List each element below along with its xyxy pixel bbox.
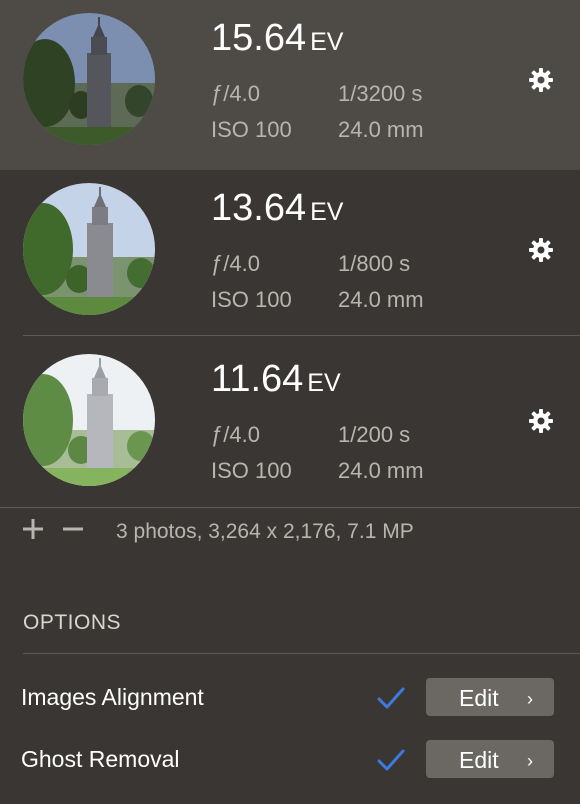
focal-length: 24.0 mm xyxy=(338,287,424,312)
checkmark-icon[interactable] xyxy=(375,682,407,714)
option-label: Ghost Removal xyxy=(21,746,180,772)
exposure-value: 13.64 EV xyxy=(211,187,344,229)
shutter-speed: 1/200 s xyxy=(338,422,411,447)
checkmark-icon[interactable] xyxy=(375,744,407,776)
shutter-speed: 1/800 s xyxy=(338,251,411,276)
options-heading: OPTIONS xyxy=(23,611,122,634)
edit-button-label: Edit xyxy=(459,685,499,711)
chevron-right-icon: › xyxy=(527,689,533,709)
iso: ISO 100 xyxy=(211,287,292,312)
photo-item[interactable]: 11.64 EV ƒ/4.0 1/200 s ISO 100 24.0 mm xyxy=(0,341,580,511)
iso: ISO 100 xyxy=(211,458,292,483)
photo-thumbnail xyxy=(23,183,155,315)
divider xyxy=(0,507,580,508)
aperture: ƒ/4.0 xyxy=(211,81,260,106)
chevron-right-icon: › xyxy=(527,751,533,771)
option-label: Images Alignment xyxy=(21,684,204,710)
focal-length: 24.0 mm xyxy=(338,458,424,483)
edit-button[interactable]: Edit › xyxy=(426,740,554,778)
photos-summary: 3 photos, 3,264 x 2,176, 7.1 MP xyxy=(116,520,414,543)
photo-thumbnail xyxy=(23,13,155,145)
photo-thumbnail xyxy=(23,354,155,486)
edit-button-label: Edit xyxy=(459,747,499,773)
exposure-value: 11.64 EV xyxy=(211,358,341,400)
plus-icon[interactable] xyxy=(21,517,45,541)
divider xyxy=(23,335,580,336)
aperture: ƒ/4.0 xyxy=(211,251,260,276)
shutter-speed: 1/3200 s xyxy=(338,81,423,106)
option-ghost-removal: Ghost Removal Edit › xyxy=(0,738,580,782)
focal-length: 24.0 mm xyxy=(338,117,424,142)
gear-icon[interactable] xyxy=(528,237,554,263)
divider xyxy=(23,653,580,654)
aperture: ƒ/4.0 xyxy=(211,422,260,447)
option-images-alignment: Images Alignment Edit › xyxy=(0,676,580,720)
iso: ISO 100 xyxy=(211,117,292,142)
photo-item[interactable]: 15.64 EV ƒ/4.0 1/3200 s ISO 100 24.0 mm xyxy=(0,0,580,170)
minus-icon[interactable] xyxy=(61,517,85,541)
photo-list-controls: 3 photos, 3,264 x 2,176, 7.1 MP xyxy=(0,512,580,552)
gear-icon[interactable] xyxy=(528,67,554,93)
gear-icon[interactable] xyxy=(528,408,554,434)
photo-item[interactable]: 13.64 EV ƒ/4.0 1/800 s ISO 100 24.0 mm xyxy=(0,170,580,340)
exposure-value: 15.64 EV xyxy=(211,17,344,59)
edit-button[interactable]: Edit › xyxy=(426,678,554,716)
